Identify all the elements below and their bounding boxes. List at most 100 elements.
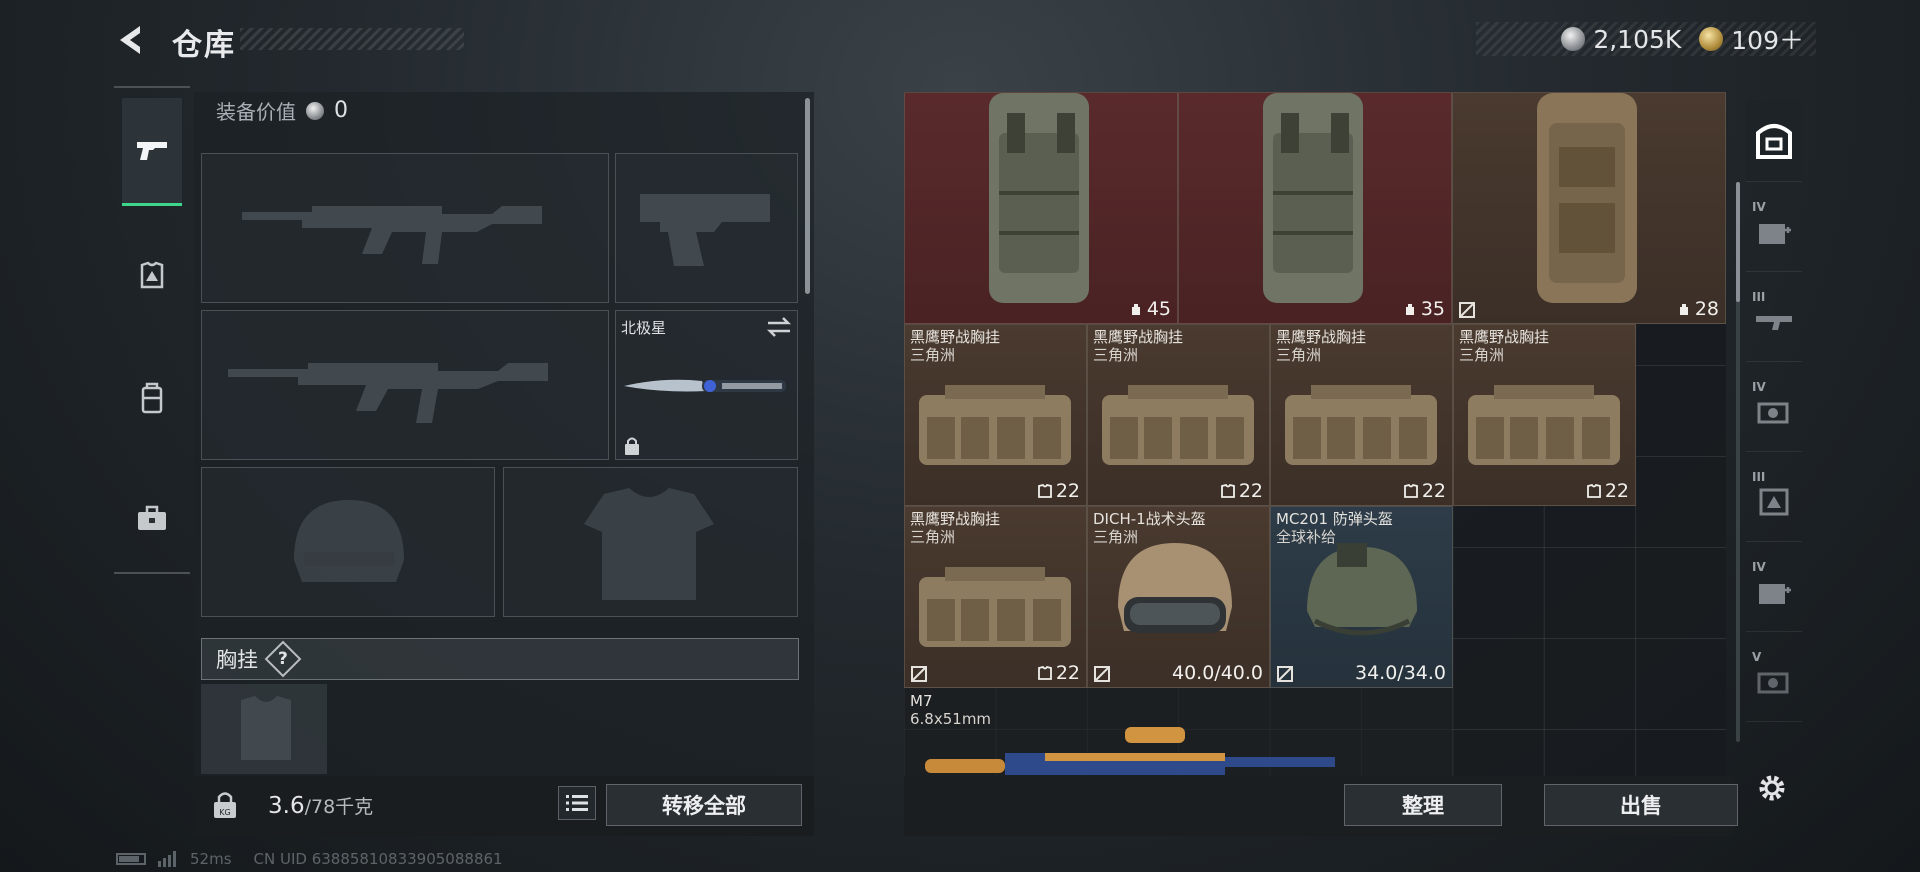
filter-tier-iii-rifle[interactable]: III (1746, 280, 1802, 362)
inventory-item-chest-rig[interactable]: 黑鹰野战胸挂 三角洲 22 (1087, 324, 1270, 506)
vest-icon (1220, 484, 1235, 498)
sort-button[interactable]: 整理 (1344, 784, 1502, 826)
weight-icon-box: KG (202, 782, 248, 828)
inventory-grid: 45 35 28 黑鹰野战胸挂 三角洲 22 黑鹰野战胸挂 三角洲 22 黑鹰野… (904, 92, 1726, 776)
filter-tier-iii-armor[interactable]: III (1746, 460, 1802, 542)
rifle-filter-icon (1756, 315, 1792, 330)
backpack-icon (141, 382, 163, 414)
inventory-item-helmet[interactable]: MC201 防弹头盔 全球补给 34.0/34.0 (1270, 506, 1453, 688)
item-durability: 34.0/34.0 (1354, 662, 1446, 684)
list-view-button[interactable] (558, 786, 596, 820)
inventory-item-chest-rig[interactable]: 黑鹰野战胸挂 三角洲 22 (1270, 324, 1453, 506)
capacity-icon (1131, 304, 1140, 315)
inventory-item-rifle[interactable]: M7 6.8x51mm (904, 688, 1452, 776)
filter-tier-iv-medkit[interactable]: IV (1746, 190, 1802, 272)
transfer-all-button[interactable]: 转移全部 (606, 784, 802, 826)
armor-icon (140, 261, 164, 289)
inventory-item-backpack-1[interactable]: 45 (904, 92, 1178, 324)
chest-rig-image-icon (1102, 385, 1254, 465)
inventory-scrollbar-thumb[interactable] (1736, 182, 1740, 302)
lock-icon (625, 437, 639, 455)
inventory-item-backpack-3[interactable]: 28 (1452, 92, 1726, 324)
rail-item-backpack[interactable] (122, 344, 182, 452)
helmet-slot[interactable] (201, 467, 495, 617)
scope-filter-icon (1757, 672, 1789, 693)
item-slots: 22 (1586, 480, 1629, 502)
help-button[interactable]: ? (264, 640, 302, 678)
weight-lock-icon: KG (214, 792, 236, 818)
vest-icon (1586, 484, 1601, 498)
uid-text: CN UID 63885810833905088861 (253, 850, 503, 868)
item-slots: 22 (1403, 480, 1446, 502)
vest-silhouette-icon (241, 696, 291, 760)
rifle-image-icon (925, 727, 1335, 775)
equipment-value-label: 装备价值 (216, 100, 296, 124)
no-marked-icon (1277, 666, 1293, 682)
sell-button[interactable]: 出售 (1544, 784, 1738, 826)
item-slots: 22 (1220, 480, 1263, 502)
vest-icon (1037, 666, 1052, 680)
weight-current: 3.6 (268, 793, 305, 819)
filter-all[interactable] (1746, 100, 1802, 182)
settings-button[interactable] (1752, 768, 1792, 808)
currency-bar: 2,105K 109＋ (1476, 22, 1816, 56)
inventory-item-chest-rig[interactable]: 黑鹰野战胸挂 三角洲 22 (904, 506, 1087, 688)
battery-icon (116, 853, 146, 865)
rail-item-toolbox[interactable] (122, 464, 182, 572)
inventory-item-backpack-2[interactable]: 35 (1178, 92, 1452, 324)
filter-tier-v-scope[interactable]: V (1746, 640, 1802, 722)
helmet-image-icon (1307, 543, 1417, 636)
melee-name: 北极星 (621, 319, 667, 337)
gold-currency[interactable]: 109＋ (1699, 21, 1804, 57)
backpack-image-icon (1263, 93, 1363, 303)
sidearm-slot[interactable] (615, 153, 798, 303)
chest-rig-label: 胸挂 (216, 648, 258, 672)
swap-button[interactable] (766, 316, 792, 342)
back-button[interactable] (112, 20, 152, 60)
backpack-filter-icon (1756, 123, 1792, 159)
filter-tier-iv-medkit-2[interactable]: IV (1746, 550, 1802, 632)
list-icon (566, 795, 588, 811)
pistol-silhouette-icon (640, 194, 770, 266)
silver-currency: 2,105K (1561, 25, 1681, 54)
chest-rig-image-icon (919, 567, 1071, 647)
rail-item-weapons[interactable] (122, 98, 182, 206)
capacity-icon (1405, 304, 1414, 315)
equipment-scrollbar[interactable] (805, 98, 810, 294)
item-slots: 22 (1037, 662, 1080, 684)
item-capacity: 28 (1677, 298, 1719, 320)
chest-rig-header: 胸挂 ? (201, 638, 799, 680)
category-rail (114, 86, 190, 574)
chest-rig-image-icon (1468, 385, 1620, 465)
no-marked-icon (1094, 666, 1110, 682)
armor-silhouette-icon (584, 488, 714, 600)
melee-lock (624, 436, 640, 460)
body-armor-slot[interactable] (503, 467, 798, 617)
toolbox-icon (138, 505, 166, 530)
silver-amount: 2,105K (1593, 24, 1682, 54)
rifle-silhouette-icon (228, 363, 548, 423)
silver-coin-icon (1561, 27, 1586, 51)
inventory-item-helmet[interactable]: DICH-1战术头盔 三角洲 40.0/40.0 (1087, 506, 1270, 688)
vest-icon (1403, 484, 1418, 498)
item-capacity: 45 (1129, 298, 1171, 320)
no-marked-icon (911, 666, 927, 682)
chest-rig-slot[interactable] (201, 684, 327, 774)
filter-tier-iv-scope[interactable]: IV (1746, 370, 1802, 452)
backpack-image-icon (989, 93, 1089, 303)
svg-text:KG: KG (219, 808, 230, 817)
inventory-item-chest-rig[interactable]: 黑鹰野战胸挂 三角洲 22 (904, 324, 1087, 506)
swap-icon (766, 317, 792, 337)
rail-item-armor[interactable] (122, 222, 182, 330)
primary-weapon-slot[interactable] (201, 153, 609, 303)
item-slots: 22 (1037, 480, 1080, 502)
secondary-weapon-slot[interactable] (201, 310, 609, 460)
backpack-image-icon (1537, 93, 1637, 303)
medkit-filter-icon (1759, 223, 1791, 244)
item-durability: 40.0/40.0 (1171, 662, 1263, 684)
status-line: 52ms CN UID 63885810833905088861 (116, 850, 503, 868)
pistol-icon (137, 141, 167, 160)
gold-coin-icon (1699, 27, 1724, 51)
inventory-item-chest-rig[interactable]: 黑鹰野战胸挂 三角洲 22 (1453, 324, 1636, 506)
signal-icon (158, 851, 176, 867)
